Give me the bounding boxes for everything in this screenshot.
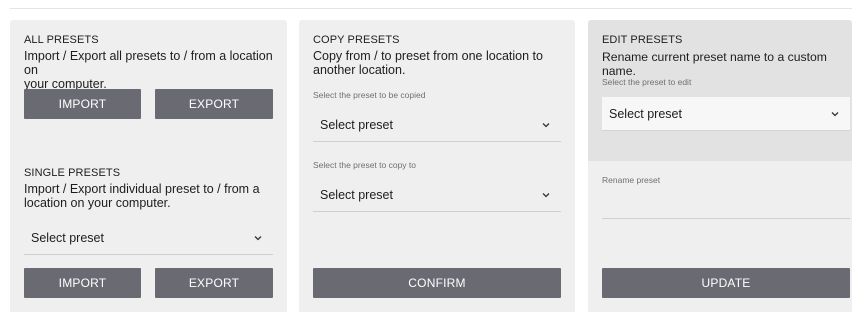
chevron-down-icon: [542, 122, 550, 127]
chevron-down-icon: [831, 111, 839, 116]
edit-preset-select-value: Select preset: [609, 106, 682, 121]
edit-presets-description: Rename current preset name to a custom n…: [602, 50, 827, 78]
top-divider: [10, 8, 852, 9]
copy-target-hint: Select the preset to copy to: [313, 160, 417, 170]
rename-input-underline: [602, 218, 850, 219]
chevron-down-icon: [254, 235, 262, 240]
update-button[interactable]: UPDATE: [602, 268, 850, 298]
copy-target-select-value: Select preset: [320, 187, 393, 202]
copy-presets-heading: COPY PRESETS: [313, 34, 400, 46]
edit-select-hint: Select the preset to edit: [602, 77, 692, 87]
copy-source-select-value: Select preset: [320, 117, 393, 132]
copy-target-select[interactable]: Select preset: [313, 178, 561, 212]
rename-preset-input[interactable]: [602, 188, 850, 218]
rename-preset-label: Rename preset: [602, 175, 661, 185]
confirm-button[interactable]: CONFIRM: [313, 268, 561, 298]
all-presets-description: Import / Export all presets to / from a …: [24, 49, 273, 91]
single-preset-select-value: Select preset: [31, 230, 104, 245]
single-presets-heading: SINGLE PRESETS: [24, 167, 121, 179]
all-presets-heading: ALL PRESETS: [24, 34, 99, 46]
single-export-button[interactable]: EXPORT: [155, 268, 273, 298]
copy-source-hint: Select the preset to be copied: [313, 90, 426, 100]
copy-presets-description: Copy from / to preset from one location …: [313, 49, 543, 77]
chevron-down-icon: [542, 192, 550, 197]
all-export-button[interactable]: EXPORT: [155, 89, 273, 119]
edit-presets-heading: EDIT PRESETS: [602, 34, 683, 46]
copy-presets-panel: COPY PRESETS Copy from / to preset from …: [299, 20, 575, 312]
single-import-button[interactable]: IMPORT: [24, 268, 141, 298]
single-presets-description: Import / Export individual preset to / f…: [24, 182, 260, 210]
all-import-button[interactable]: IMPORT: [24, 89, 141, 119]
import-export-panel: ALL PRESETS Import / Export all presets …: [10, 20, 287, 312]
edit-presets-panel: EDIT PRESETS Rename current preset name …: [588, 20, 852, 312]
edit-preset-select[interactable]: Select preset: [602, 97, 850, 131]
single-preset-select[interactable]: Select preset: [24, 221, 273, 255]
copy-source-select[interactable]: Select preset: [313, 108, 561, 142]
